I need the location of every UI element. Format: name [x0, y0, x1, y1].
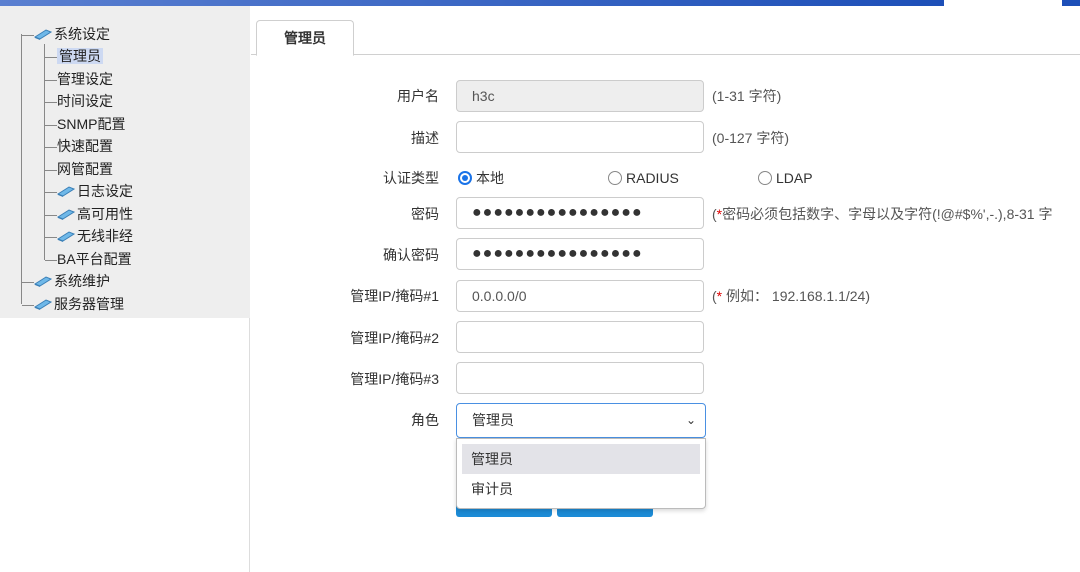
tree-item-mgmt-settings[interactable]: 管理设定	[45, 69, 113, 89]
book-icon	[34, 299, 52, 311]
tree-line	[21, 34, 22, 304]
ip1-hint: (* 例如： 192.168.1.1/24)	[712, 288, 870, 304]
role-select[interactable]: 管理员 ⌄	[456, 403, 706, 438]
tree-item-high-availability[interactable]: 高可用性	[45, 204, 133, 224]
username-hint: (1-31 字符)	[712, 88, 782, 104]
ip1-field[interactable]: 0.0.0.0/0	[456, 280, 704, 312]
tree-item-system-maintenance[interactable]: 系统维护	[22, 271, 110, 291]
tree-item-quick-config[interactable]: 快速配置	[45, 136, 113, 156]
ip3-field[interactable]	[456, 362, 704, 394]
tree-item-nms-config[interactable]: 网管配置	[45, 159, 113, 179]
description-field[interactable]	[456, 121, 704, 153]
tree-item-wireless[interactable]: 无线非经	[45, 226, 133, 246]
tree-item-snmp[interactable]: SNMP配置	[45, 114, 125, 134]
password-hint: (*密码必须包括数字、字母以及字符(!@#$%',-.),8-31 字	[712, 206, 1053, 222]
tree-item-log-settings[interactable]: 日志设定	[45, 181, 133, 201]
radio-unchecked-icon	[608, 171, 622, 186]
sidebar-empty	[0, 318, 250, 572]
tree-item-admin[interactable]: 管理员	[45, 46, 103, 66]
ip2-field[interactable]	[456, 321, 704, 353]
tab-strip: 管理员	[251, 6, 1080, 56]
role-dropdown-list: 管理员 审计员	[456, 438, 706, 509]
tree-item-time-settings[interactable]: 时间设定	[45, 91, 113, 111]
chevron-down-icon: ⌄	[685, 413, 696, 427]
auth-type-label: 认证类型	[383, 170, 439, 186]
book-icon	[57, 209, 75, 221]
ip3-label: 管理IP/掩码#3	[350, 371, 439, 387]
ip1-label: 管理IP/掩码#1	[350, 288, 439, 304]
tree-item-server-management[interactable]: 服务器管理	[22, 294, 124, 314]
role-option-auditor[interactable]: 审计员	[462, 474, 700, 504]
book-icon	[34, 276, 52, 288]
book-icon	[57, 231, 75, 243]
role-option-admin[interactable]: 管理员	[462, 444, 700, 474]
tree-item-system-settings[interactable]: 系统设定	[22, 24, 110, 44]
password-field[interactable]: ●●●●●●●●●●●●●●●●	[456, 197, 704, 229]
username-field[interactable]: h3c	[456, 80, 704, 112]
book-icon	[57, 186, 75, 198]
tree-item-ba-platform[interactable]: BA平台配置	[45, 249, 132, 269]
radio-checked-icon	[458, 171, 472, 186]
auth-radio-radius[interactable]: RADIUS	[608, 168, 679, 188]
password-label: 密码	[411, 206, 439, 222]
ip2-label: 管理IP/掩码#2	[350, 330, 439, 346]
confirm-password-field[interactable]: ●●●●●●●●●●●●●●●●	[456, 238, 704, 270]
confirm-password-label: 确认密码	[383, 247, 439, 263]
tab-admin[interactable]: 管理员	[256, 20, 354, 56]
role-label: 角色	[411, 412, 439, 428]
description-hint: (0-127 字符)	[712, 130, 790, 146]
auth-radio-ldap[interactable]: LDAP	[758, 168, 813, 188]
radio-unchecked-icon	[758, 171, 772, 186]
auth-radio-local[interactable]: 本地	[458, 168, 504, 188]
book-icon	[34, 29, 52, 41]
description-label: 描述	[411, 130, 439, 146]
username-label: 用户名	[397, 88, 439, 104]
